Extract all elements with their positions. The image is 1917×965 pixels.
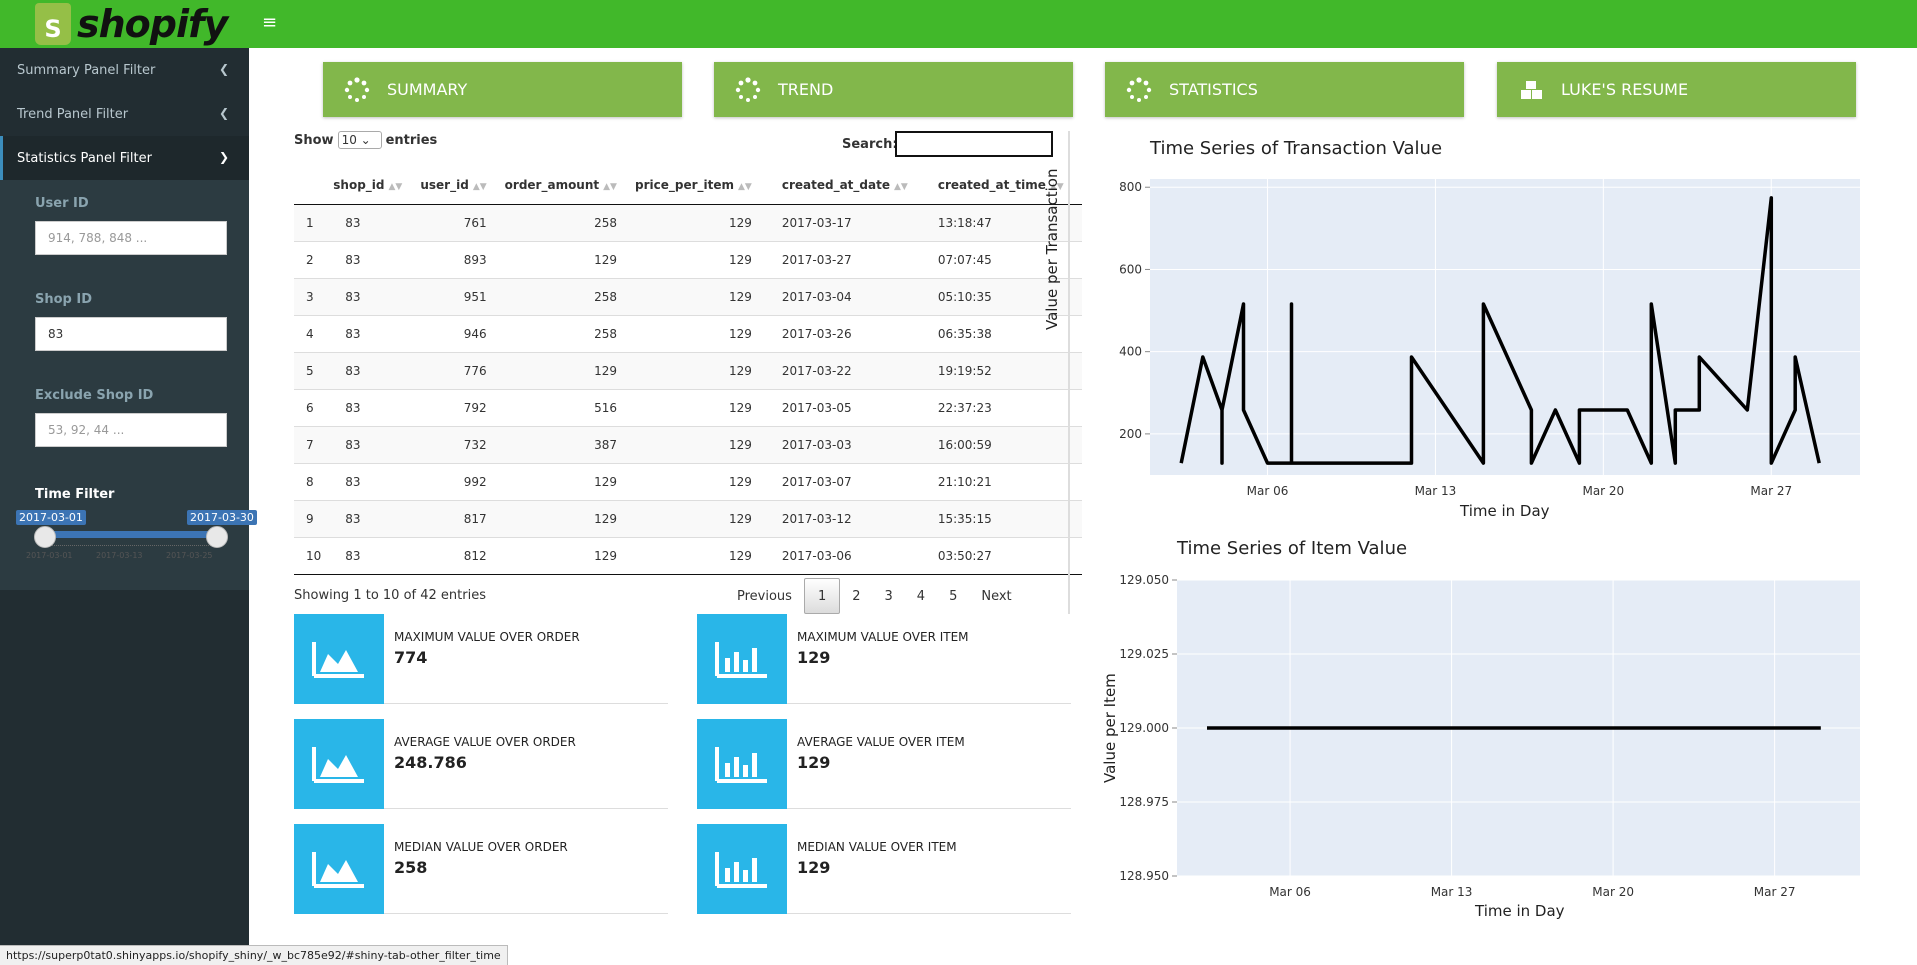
item-value-chart[interactable]: Mar 06 Mar 13 Mar 20 Mar 27 128.950 128.975 12…: [0, 0, 1917, 965]
x-tick-label: Mar 13: [1431, 885, 1473, 899]
y-tick-label: 129.050: [1119, 573, 1169, 587]
y-tick-label: 129.025: [1119, 647, 1169, 661]
status-bar-url: https://superp0tat0.shinyapps.io/shopify…: [0, 945, 508, 965]
y-tick-label: 129.000: [1119, 721, 1169, 735]
x-tick-label: Mar 06: [1269, 885, 1311, 899]
y-tick-label: 128.975: [1119, 795, 1169, 809]
x-tick-label: Mar 20: [1592, 885, 1634, 899]
x-axis-label: Time in Day: [1475, 902, 1565, 920]
y-axis-label: Value per Item: [1101, 673, 1119, 783]
y-tick-label: 128.950: [1119, 869, 1169, 883]
x-tick-label: Mar 27: [1754, 885, 1796, 899]
